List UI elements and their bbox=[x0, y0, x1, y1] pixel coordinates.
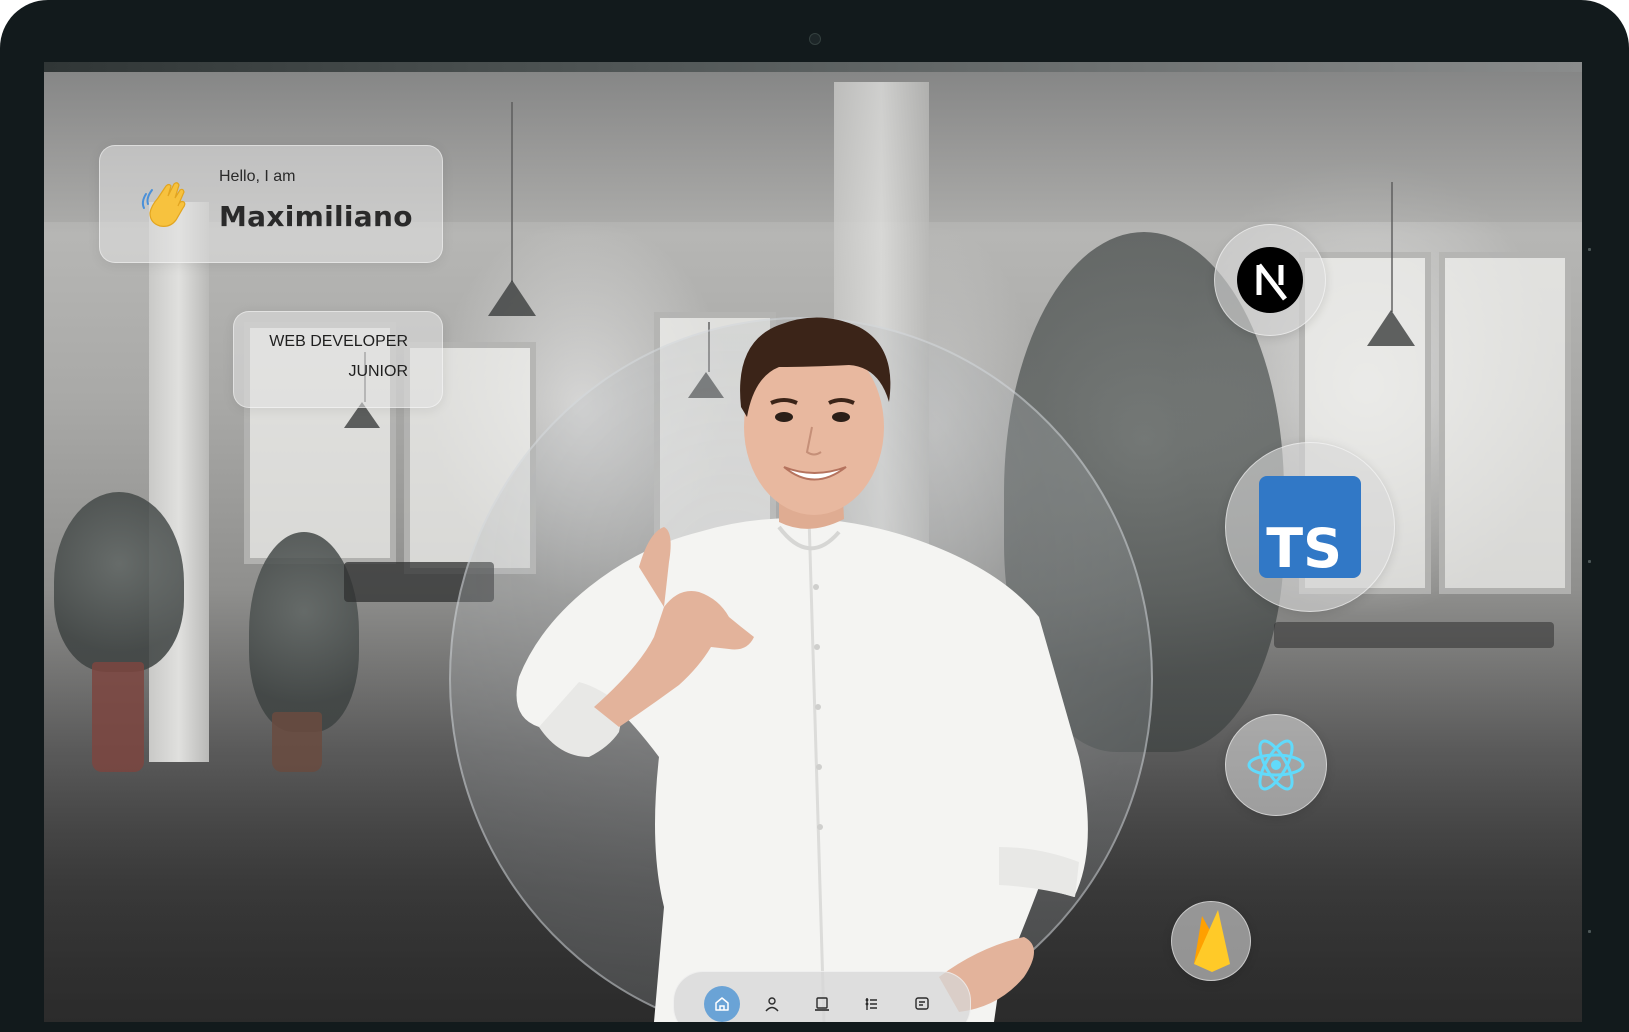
greeting-text: Hello, I am bbox=[219, 168, 296, 185]
window bbox=[1439, 252, 1571, 594]
webcam-icon bbox=[809, 33, 821, 45]
nav-home-button[interactable] bbox=[704, 986, 740, 1022]
nav-experience-button[interactable] bbox=[854, 986, 890, 1022]
nextjs-icon bbox=[1237, 247, 1303, 313]
typescript-badge-text: TS bbox=[1266, 517, 1342, 580]
nav-contact-button[interactable] bbox=[904, 986, 940, 1022]
plant bbox=[249, 532, 359, 732]
tech-react bbox=[1225, 714, 1327, 816]
developer-portrait bbox=[516, 317, 1088, 1022]
role-card: WEB DEVELOPER JUNIOR bbox=[233, 311, 443, 408]
greeting-card: Hello, I am Maximiliano bbox=[99, 145, 443, 263]
lamp-cord bbox=[1391, 182, 1393, 312]
waving-hand-icon bbox=[141, 182, 186, 227]
pendant-lamp bbox=[1367, 310, 1415, 346]
laptop-frame: Hello, I am Maximiliano WEB DEVELOPER JU… bbox=[0, 0, 1629, 1032]
typescript-icon: TS bbox=[1259, 476, 1361, 580]
nav-portfolio-button[interactable] bbox=[804, 986, 840, 1022]
message-icon bbox=[915, 997, 929, 1010]
bezel-marker bbox=[1588, 248, 1591, 251]
role-level: JUNIOR bbox=[348, 363, 408, 380]
tech-typescript: TS bbox=[1225, 442, 1395, 612]
pillar bbox=[149, 202, 209, 762]
desk bbox=[1274, 622, 1554, 648]
firebase-icon bbox=[1194, 910, 1230, 972]
plant bbox=[54, 492, 184, 672]
bezel-marker bbox=[1588, 930, 1591, 933]
plant-pot bbox=[92, 662, 144, 772]
user-icon bbox=[765, 997, 779, 1012]
screen: Hello, I am Maximiliano WEB DEVELOPER JU… bbox=[44, 62, 1582, 1022]
role-title: WEB DEVELOPER bbox=[269, 333, 408, 350]
react-icon bbox=[1247, 739, 1305, 791]
tech-firebase bbox=[1171, 901, 1251, 981]
tech-nextjs bbox=[1214, 224, 1326, 336]
bezel-marker bbox=[1588, 560, 1591, 563]
developer-name: Maximiliano bbox=[219, 200, 413, 233]
list-icon bbox=[865, 998, 877, 1010]
lamp-cord bbox=[511, 102, 513, 282]
nav-about-button[interactable] bbox=[754, 986, 790, 1022]
bottom-navigation bbox=[673, 971, 971, 1022]
laptop-icon bbox=[815, 997, 829, 1011]
home-icon bbox=[715, 997, 729, 1011]
